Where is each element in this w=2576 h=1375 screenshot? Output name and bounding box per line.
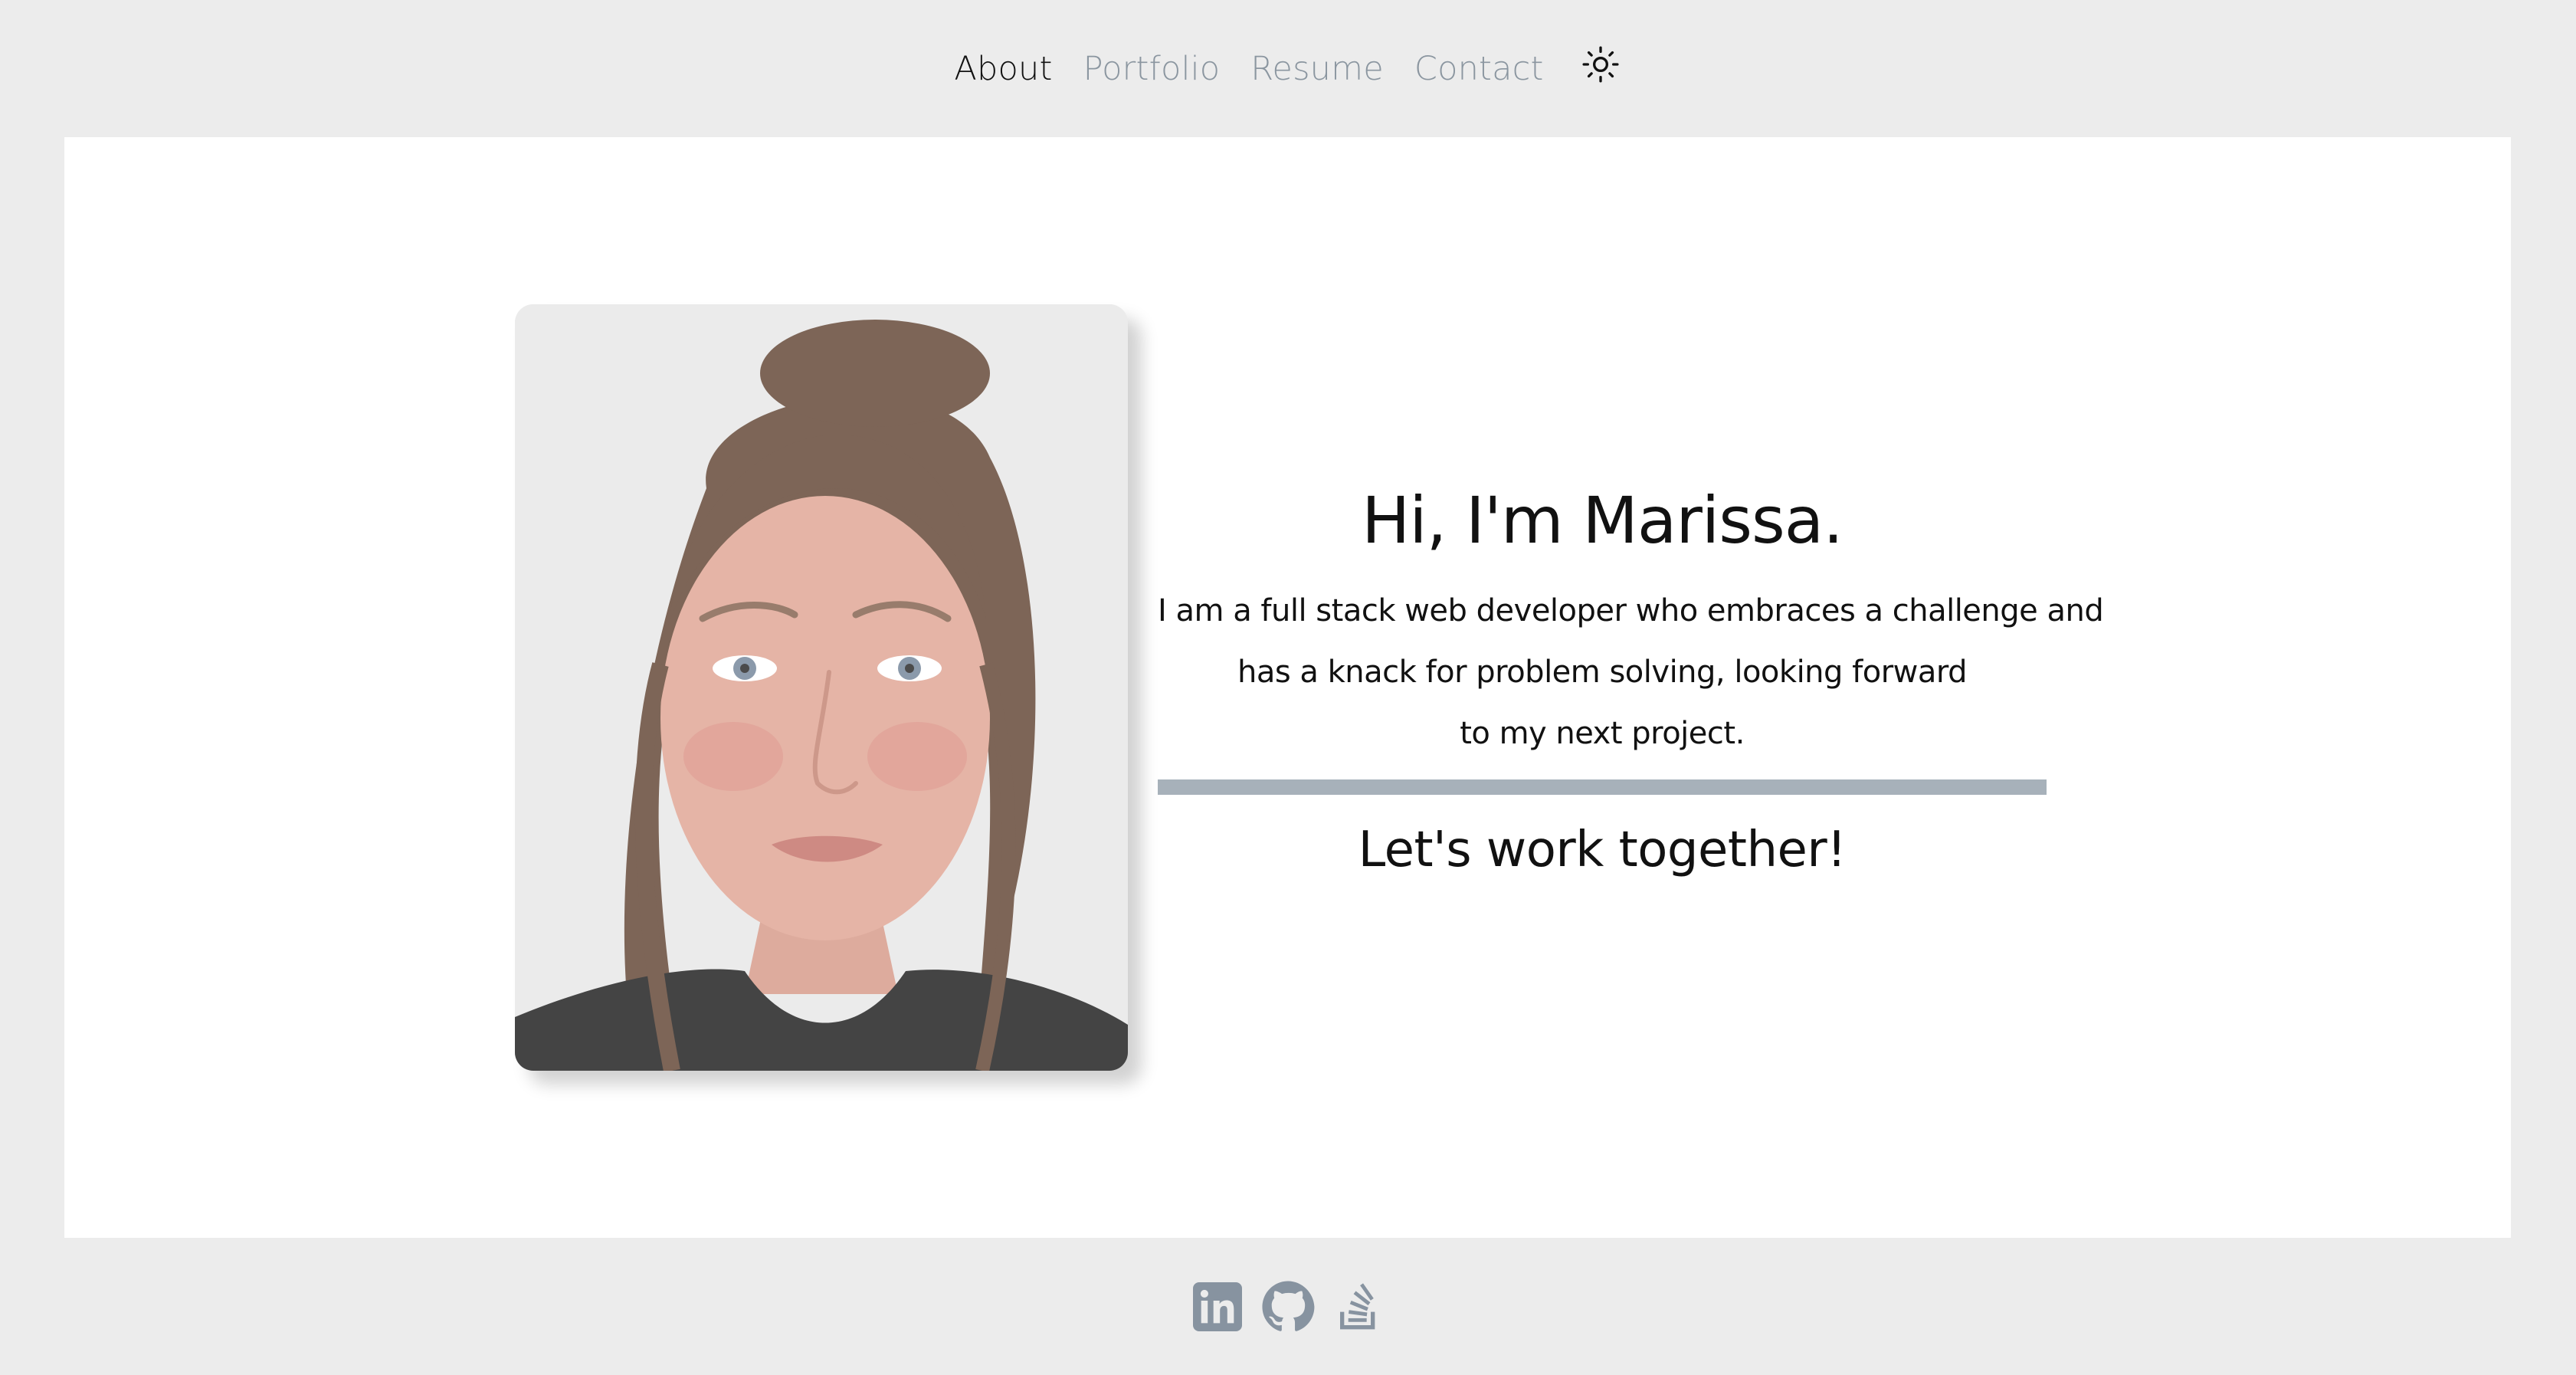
top-nav: About Portfolio Resume Contact xyxy=(0,0,2576,138)
linkedin-icon xyxy=(1193,1281,1242,1331)
github-icon xyxy=(1261,1280,1315,1334)
intro-section: Hi, I'm Marissa. I am a full stack web d… xyxy=(1158,474,2104,888)
github-link[interactable] xyxy=(1261,1280,1315,1334)
intro-line-1: I am a full stack web developer who embr… xyxy=(1158,593,2104,628)
nav-link-contact[interactable]: Contact xyxy=(1414,50,1544,88)
profile-photo xyxy=(515,304,1128,1071)
theme-toggle-button[interactable] xyxy=(1579,44,1622,87)
call-to-action: Let's work together! xyxy=(1358,822,1847,878)
intro-line-3: to my next project. xyxy=(1460,716,1745,751)
about-card: Hi, I'm Marissa. I am a full stack web d… xyxy=(64,137,2511,1238)
nav-link-resume[interactable]: Resume xyxy=(1250,50,1384,88)
footer xyxy=(0,1238,2576,1375)
intro-title: Hi, I'm Marissa. xyxy=(1362,483,1844,558)
intro-line-2: has a knack for problem solving, looking… xyxy=(1237,655,1968,690)
divider xyxy=(1158,779,2047,795)
stackoverflow-link[interactable] xyxy=(1333,1281,1384,1332)
nav-link-portfolio[interactable]: Portfolio xyxy=(1083,50,1221,88)
sun-icon xyxy=(1581,45,1620,87)
nav-link-about[interactable]: About xyxy=(954,50,1052,88)
linkedin-link[interactable] xyxy=(1192,1281,1243,1332)
stackoverflow-icon xyxy=(1334,1282,1383,1331)
